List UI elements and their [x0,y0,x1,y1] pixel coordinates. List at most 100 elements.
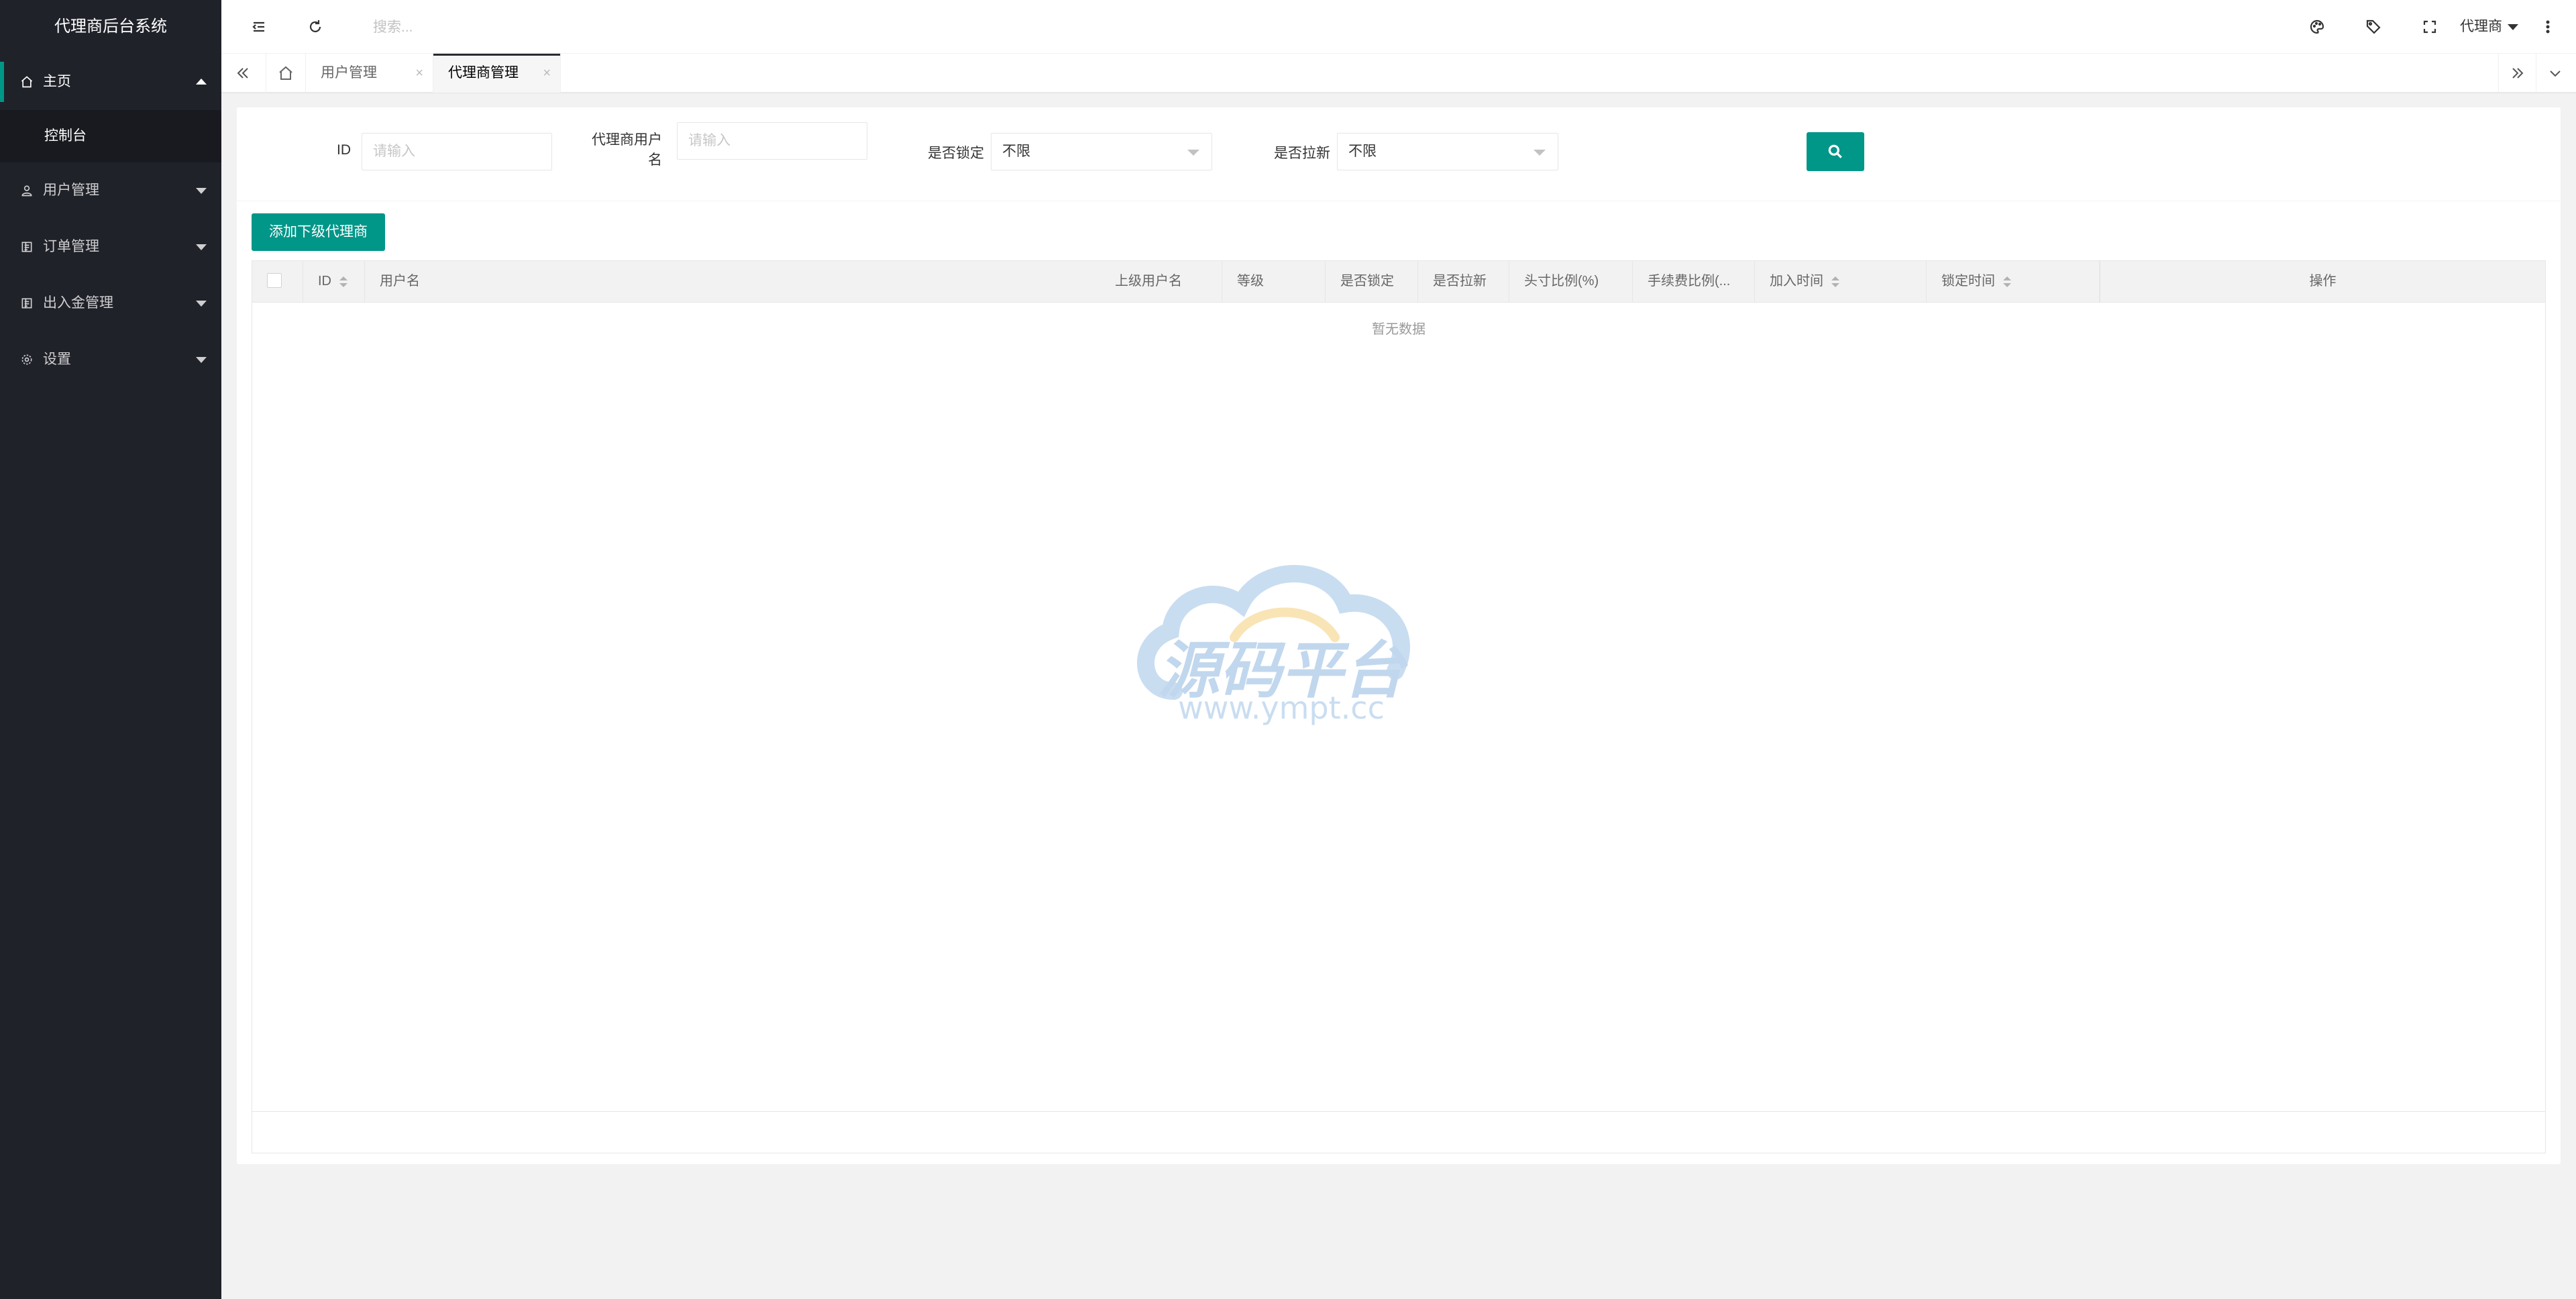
add-sub-agent-button[interactable]: 添加下级代理商 [252,213,385,251]
watermark-url: www.ympt.cc [1178,690,1385,726]
user-icon [20,184,34,197]
sidebar-item-settings: 设置 [0,331,221,388]
sidebar-item-label: 设置 [43,352,71,367]
caret-down-icon [1187,150,1199,156]
column-header-id[interactable]: ID [303,261,365,302]
sidebar: 代理商后台系统 主页 控制台 用户管理 订单管理 出入金管理 设置 [0,0,221,1299]
select-all-cell [252,261,303,302]
tab-label: 用户管理 [321,65,377,81]
sidebar-item-home: 主页 控制台 [0,54,221,162]
sidebar-item-label: 订单管理 [43,239,99,254]
home-icon [20,75,34,89]
table-header: ID 用户名 上级用户名 等级 是否锁定 是否拉新 头寸比例(%) 手续费比例(… [252,261,2545,303]
column-header-actions: 操作 [2100,261,2545,302]
double-chevron-right-icon [2510,65,2526,81]
column-header-locked: 是否锁定 [1326,261,1418,302]
search-icon [1827,143,1844,160]
tab-user-management[interactable]: 用户管理 × [306,54,433,93]
sort-icon[interactable] [2003,276,2011,288]
locked-label: 是否锁定 [928,146,984,161]
refresh-icon [307,19,323,35]
sidebar-item-users-title[interactable]: 用户管理 [0,162,221,219]
app-title: 代理商后台系统 [54,17,167,36]
column-header-join-time[interactable]: 加入时间 [1755,261,1927,302]
tabs-bar: 用户管理 × 代理商管理 × [221,54,2576,93]
caret-down-icon [2508,23,2518,30]
agent-username-label-line1: 代理商用户 [592,132,662,148]
sidebar-item-home-title[interactable]: 主页 [0,54,221,110]
select-all-checkbox[interactable] [267,273,282,288]
chevron-down-icon [2547,65,2563,81]
tabs-dropdown-button[interactable] [2536,54,2573,93]
home-icon [278,65,294,81]
column-header-position-ratio: 头寸比例(%) [1509,261,1633,302]
filter-form: ID 代理商用户 名 是否锁定 不限 是否拉新 不限 [237,107,2561,201]
menu-toggle-button[interactable] [244,12,274,42]
sidebar-item-users: 用户管理 [0,162,221,219]
column-header-username: 用户名 [380,274,420,289]
top-header: 代理商 [221,0,2576,54]
chevron-down-icon [196,188,207,194]
locked-select[interactable]: 不限 [991,133,1212,170]
column-header-pull-new: 是否拉新 [1418,261,1509,302]
user-menu-label: 代理商 [2460,19,2502,34]
column-header-parent-username: 上级用户名 [1100,261,1222,302]
double-chevron-left-icon [235,65,251,81]
menu-toggle-icon [251,19,267,35]
search-button[interactable] [1807,132,1864,171]
tag-button[interactable] [2359,12,2388,42]
column-header-label: 锁定时间 [1941,274,1995,289]
tab-label: 代理商管理 [448,65,519,81]
column-header-label: 加入时间 [1770,274,1823,289]
pull-new-label: 是否拉新 [1274,146,1330,161]
tab-agent-management[interactable]: 代理商管理 × [433,54,561,93]
empty-state: 暂无数据 [1372,322,1426,337]
column-header-fee-ratio: 手续费比例(... [1633,261,1755,302]
user-menu[interactable]: 代理商 [2460,12,2518,42]
agent-username-label-line2: 名 [648,152,662,168]
column-header-level: 等级 [1222,261,1326,302]
sidebar-item-funds-title[interactable]: 出入金管理 [0,275,221,331]
sort-icon[interactable] [1831,276,1839,288]
tabs-scroll-right-button[interactable] [2498,54,2536,93]
close-icon[interactable]: × [415,54,423,93]
more-button[interactable] [2533,12,2563,42]
close-icon[interactable]: × [543,54,551,93]
agent-username-label: 代理商用户 名 [572,130,662,170]
caret-down-icon [1534,150,1546,156]
locked-select-value: 不限 [1002,144,1030,159]
palette-icon [2309,19,2325,35]
sidebar-item-console[interactable]: 控制台 [0,110,221,162]
sidebar-nav: 主页 控制台 用户管理 订单管理 出入金管理 设置 [0,54,221,388]
sidebar-subnav-home: 控制台 [0,110,221,162]
tab-home[interactable] [266,54,306,93]
theme-button[interactable] [2302,12,2332,42]
sidebar-item-label: 出入金管理 [43,295,113,311]
id-label: ID [337,142,351,158]
chevron-up-icon [196,79,207,85]
column-header-lock-time[interactable]: 锁定时间 [1927,261,2100,302]
sidebar-item-funds: 出入金管理 [0,275,221,331]
gear-icon [20,353,34,366]
sidebar-item-orders-title[interactable]: 订单管理 [0,219,221,275]
chevron-down-icon [196,301,207,307]
sort-icon[interactable] [339,276,347,288]
fullscreen-button[interactable] [2415,12,2445,42]
watermark-logo: 源码平台 www.ympt.cc [1134,557,1429,731]
tabs-scroll-left-button[interactable] [224,54,262,93]
pull-new-select[interactable]: 不限 [1337,133,1558,170]
pull-new-select-value: 不限 [1348,144,1377,159]
order-icon [20,240,34,254]
search-input[interactable] [373,15,641,40]
chevron-down-icon [196,357,207,363]
sidebar-item-orders: 订单管理 [0,219,221,275]
sidebar-item-label: 用户管理 [43,183,99,198]
funds-icon [20,297,34,310]
refresh-button[interactable] [301,12,330,42]
more-icon [2540,19,2556,35]
id-field[interactable] [362,133,552,170]
sidebar-item-settings-title[interactable]: 设置 [0,331,221,388]
column-header-label: ID [318,274,331,289]
sidebar-item-label: 主页 [43,74,71,89]
agent-username-field[interactable] [677,122,867,160]
